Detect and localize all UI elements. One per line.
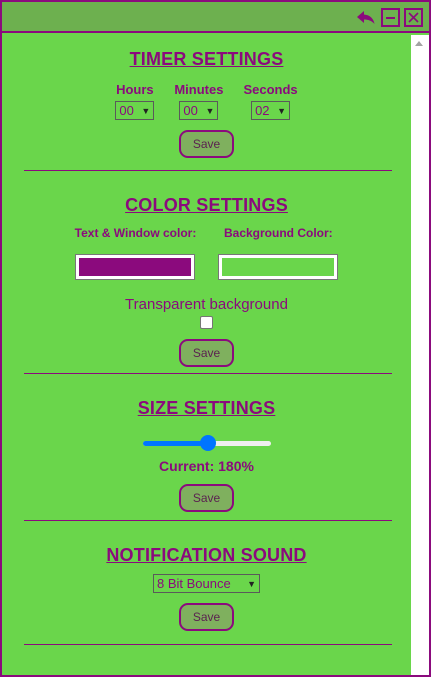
size-slider[interactable] (142, 435, 271, 451)
size-settings-title: SIZE SETTINGS (137, 398, 276, 418)
transparent-bg-label: Transparent background (125, 296, 288, 313)
text-color-group: Text & Window color: (74, 226, 197, 280)
divider (24, 644, 392, 645)
window-controls (355, 8, 423, 27)
seconds-label: Seconds (243, 82, 298, 97)
hours-select[interactable]: 00 ▼ (115, 101, 155, 120)
chevron-down-icon: ▼ (141, 105, 151, 116)
seconds-select[interactable]: 02 ▼ (251, 101, 291, 120)
minutes-group: Minutes 00 ▼ (174, 82, 223, 120)
current-size-label: Current: 180% (159, 458, 254, 474)
sound-save-button[interactable]: Save (179, 603, 234, 631)
minimize-icon[interactable] (381, 8, 400, 27)
text-color-label: Text & Window color: (74, 226, 197, 240)
minutes-select[interactable]: 00 ▼ (179, 101, 219, 120)
sound-select[interactable]: 8 Bit Bounce ▼ (153, 574, 260, 593)
seconds-group: Seconds 02 ▼ (243, 82, 298, 120)
hours-value: 00 (119, 103, 134, 118)
vertical-scrollbar[interactable] (411, 35, 429, 675)
settings-content: TIMER SETTINGS Hours 00 ▼ Minutes 00 ▼ S… (2, 35, 411, 675)
bg-color-group: Background Color: (218, 226, 339, 280)
transparent-bg-checkbox[interactable] (200, 316, 213, 329)
time-selectors: Hours 00 ▼ Minutes 00 ▼ Seconds 02 ▼ (2, 82, 411, 120)
back-icon[interactable] (355, 8, 377, 27)
size-section: SIZE SETTINGS Current: 180% Save (2, 374, 411, 521)
size-save-button[interactable]: Save (179, 484, 234, 512)
color-section: COLOR SETTINGS Text & Window color: Back… (2, 171, 411, 374)
minutes-label: Minutes (174, 82, 224, 97)
bg-color-picker[interactable] (218, 254, 339, 280)
chevron-down-icon: ▼ (277, 105, 287, 116)
color-save-button[interactable]: Save (179, 339, 234, 367)
close-icon[interactable] (404, 8, 423, 27)
text-color-swatch (79, 258, 192, 276)
color-settings-title: COLOR SETTINGS (125, 195, 288, 215)
color-pickers: Text & Window color: Background Color: (2, 226, 411, 280)
chevron-down-icon: ▼ (247, 578, 256, 589)
hours-group: Hours 00 ▼ (115, 82, 155, 120)
bg-color-swatch (222, 258, 335, 276)
minutes-value: 00 (183, 103, 198, 118)
sound-section: NOTIFICATION SOUND 8 Bit Bounce ▼ Save (2, 521, 411, 651)
chevron-down-icon: ▼ (205, 105, 215, 116)
hours-label: Hours (116, 82, 154, 97)
timer-section: TIMER SETTINGS Hours 00 ▼ Minutes 00 ▼ S… (2, 35, 411, 171)
notification-sound-title: NOTIFICATION SOUND (106, 545, 307, 565)
title-bar (2, 2, 429, 33)
timer-settings-title: TIMER SETTINGS (129, 49, 284, 69)
seconds-value: 02 (255, 103, 270, 118)
text-color-picker[interactable] (75, 254, 196, 280)
slider-thumb[interactable] (199, 435, 216, 451)
scroll-up-icon[interactable] (415, 41, 423, 46)
bg-color-label: Background Color: (223, 226, 333, 240)
timer-save-button[interactable]: Save (179, 130, 234, 158)
sound-value: 8 Bit Bounce (157, 576, 231, 591)
app-window: TIMER SETTINGS Hours 00 ▼ Minutes 00 ▼ S… (0, 0, 431, 677)
slider-fill (142, 441, 208, 446)
